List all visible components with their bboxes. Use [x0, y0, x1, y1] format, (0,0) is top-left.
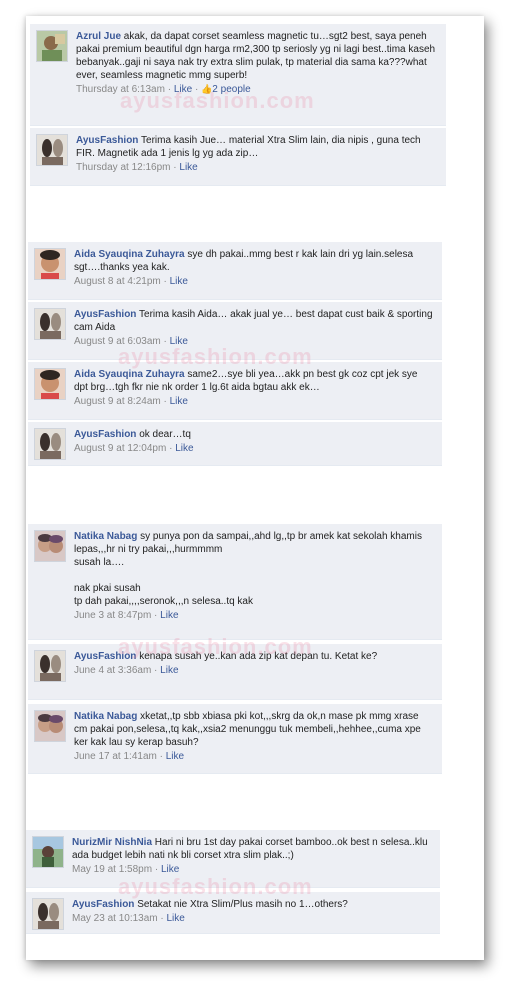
comment-meta: May 19 at 1:58pm · Like [72, 864, 180, 875]
comment-item: AyusFashion Terima kasih Jue… material X… [30, 128, 446, 186]
comment-body: Aida Syauqina Zuhayra same2…sye bli yea…… [74, 368, 434, 408]
like-link[interactable]: Like [160, 610, 178, 621]
avatar[interactable] [32, 898, 64, 930]
comment-time: June 17 at 1:41am [74, 751, 157, 762]
comment-meta: June 3 at 8:47pm · Like [74, 610, 179, 621]
comment-meta: August 9 at 8:24am · Like [74, 396, 188, 407]
like-link[interactable]: Like [166, 751, 184, 762]
comment-author[interactable]: Natika Nabag [74, 531, 137, 542]
like-link[interactable]: Like [170, 276, 188, 287]
comment-item: AyusFashion kenapa susah ye..kan ada zip… [28, 644, 442, 700]
comment-time: August 8 at 4:21pm [74, 276, 161, 287]
comment-body: Azrul Jue akak, da dapat corset seamless… [76, 30, 438, 96]
avatar[interactable] [34, 530, 66, 562]
comment-meta: May 23 at 10:13am · Like [72, 913, 185, 924]
avatar[interactable] [34, 368, 66, 400]
comment-body: AyusFashion ok dear…tq August 9 at 12:04p… [74, 428, 434, 455]
like-link[interactable]: Like [175, 443, 193, 454]
comment-meta: Thursday at 12:16pm · Like [76, 162, 198, 173]
like-link[interactable]: Like [170, 396, 188, 407]
comment-item: AyusFashion Terima kasih Aida… akak jual… [28, 302, 442, 360]
comment-time: May 23 at 10:13am [72, 913, 158, 924]
avatar[interactable] [34, 308, 66, 340]
comment-item: Aida Syauqina Zuhayra same2…sye bli yea…… [28, 362, 442, 420]
comment-time: August 9 at 8:24am [74, 396, 161, 407]
comment-meta: August 9 at 6:03am · Like [74, 336, 188, 347]
avatar[interactable] [34, 650, 66, 682]
comment-item: Azrul Jue akak, da dapat corset seamless… [30, 24, 446, 126]
comment-author[interactable]: Azrul Jue [76, 31, 121, 42]
thumbs-up-icon: 👍 [201, 84, 213, 94]
comment-author[interactable]: Aida Syauqina Zuhayra [74, 369, 185, 380]
comment-body: AyusFashion Terima kasih Aida… akak jual… [74, 308, 434, 348]
comment-meta: June 4 at 3:36am · Like [74, 665, 179, 676]
comment-item: AyusFashion Setakat nie Xtra Slim/Plus m… [26, 892, 440, 934]
comment-item: Aida Syauqina Zuhayra sye dh pakai..mmg … [28, 242, 442, 300]
comment-item: Natika Nabag sy punya pon da sampai,,ahd… [28, 524, 442, 640]
comment-meta: August 8 at 4:21pm · Like [74, 276, 188, 287]
comment-author[interactable]: AyusFashion [74, 651, 136, 662]
avatar[interactable] [36, 30, 68, 62]
comment-meta: August 9 at 12:04pm · Like [74, 443, 194, 454]
comment-author[interactable]: NurizMir NishNia [72, 837, 152, 848]
comment-time: June 3 at 8:47pm [74, 610, 152, 621]
avatar[interactable] [34, 248, 66, 280]
like-link[interactable]: Like [179, 162, 197, 173]
comment-item: NurizMir NishNia Hari ni bru 1st day pak… [26, 830, 440, 888]
comment-body: AyusFashion Terima kasih Jue… material X… [76, 134, 438, 174]
comment-meta: Thursday at 6:13am · Like · 👍2 people [76, 84, 251, 95]
likes-count[interactable]: 2 people [212, 84, 250, 95]
comment-body: Natika Nabag sy punya pon da sampai,,ahd… [74, 530, 434, 622]
comment-author[interactable]: Aida Syauqina Zuhayra [74, 249, 185, 260]
comment-author[interactable]: AyusFashion [76, 135, 138, 146]
comment-item: Natika Nabag xketat,,tp sbb xbiasa pki k… [28, 704, 442, 774]
like-link[interactable]: Like [160, 665, 178, 676]
comment-text: akak, da dapat corset seamless magnetic … [76, 31, 438, 81]
avatar[interactable] [34, 710, 66, 742]
comment-time: May 19 at 1:58pm [72, 864, 153, 875]
avatar[interactable] [34, 428, 66, 460]
comment-text: sy punya pon da sampai,,ahd lg,,tp br am… [74, 531, 422, 607]
like-link[interactable]: Like [167, 913, 185, 924]
comment-body: Natika Nabag xketat,,tp sbb xbiasa pki k… [74, 710, 434, 763]
comment-time: June 4 at 3:36am [74, 665, 152, 676]
comment-time: August 9 at 6:03am [74, 336, 161, 347]
comment-text: kenapa susah ye..kan ada zip kat depan t… [139, 651, 378, 662]
comment-text: Setakat nie Xtra Slim/Plus masih no 1…ot… [137, 899, 348, 910]
comment-author[interactable]: AyusFashion [74, 429, 136, 440]
comment-text: ok dear…tq [139, 429, 191, 440]
like-link[interactable]: Like [174, 84, 192, 95]
comment-time: Thursday at 6:13am [76, 84, 165, 95]
comment-body: AyusFashion kenapa susah ye..kan ada zip… [74, 650, 434, 677]
comment-body: NurizMir NishNia Hari ni bru 1st day pak… [72, 836, 432, 876]
comment-author[interactable]: AyusFashion [74, 309, 136, 320]
avatar[interactable] [32, 836, 64, 868]
like-link[interactable]: Like [170, 336, 188, 347]
like-link[interactable]: Like [161, 864, 179, 875]
comment-time: August 9 at 12:04pm [74, 443, 167, 454]
comment-body: AyusFashion Setakat nie Xtra Slim/Plus m… [72, 898, 432, 925]
comment-body: Aida Syauqina Zuhayra sye dh pakai..mmg … [74, 248, 434, 288]
comment-meta: June 17 at 1:41am · Like [74, 751, 185, 762]
comment-author[interactable]: Natika Nabag [74, 711, 137, 722]
comment-author[interactable]: AyusFashion [72, 899, 134, 910]
comment-item: AyusFashion ok dear…tq August 9 at 12:04p… [28, 422, 442, 466]
comment-time: Thursday at 12:16pm [76, 162, 171, 173]
avatar[interactable] [36, 134, 68, 166]
